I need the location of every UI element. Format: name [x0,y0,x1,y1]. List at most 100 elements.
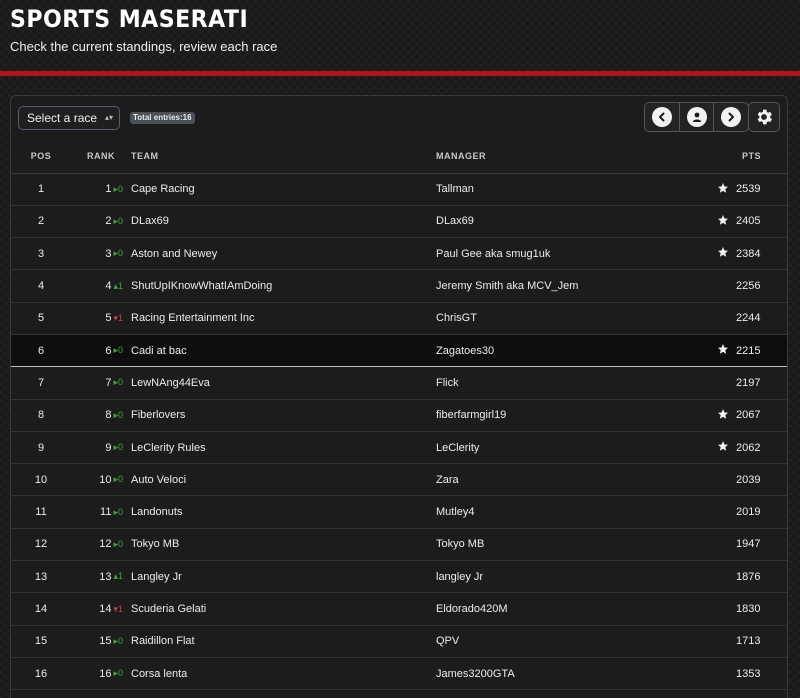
favorite-cell [709,528,736,562]
table-row[interactable]: 15 15 ▸0 Raidillon Flat QPV 1713 [11,625,787,658]
team-cell: Corsa lenta [131,657,436,691]
previous-button[interactable] [645,103,679,131]
team-name-link[interactable]: Tokyo MB [131,538,179,550]
team-name-link[interactable]: Scuderia Gelati [131,603,206,615]
rank-cell: 6 ▸0 [71,333,131,368]
rank-change-indicator: ▸0 [113,377,123,388]
column-header-pos[interactable]: POS [11,140,71,174]
rank-cell: 5 ▾1 [71,302,131,335]
pts-cell: 1713 [736,625,787,658]
team-name-link[interactable]: Langley Jr [131,571,182,583]
race-select[interactable]: Select a race ▴▾ [18,106,120,130]
favorite-cell [709,592,736,626]
page-title: SPORTS MASERATI [10,5,249,33]
team-name-link[interactable]: LewNAng44Eva [131,377,210,389]
pts-cell: 1830 [736,592,787,626]
team-name-link[interactable]: Cadi at bac [131,345,187,357]
team-name-link[interactable]: Racing Entertainment Inc [131,312,255,324]
table-row[interactable]: 6 6 ▸0 Cadi at bac Zagatoes30 2215 [11,333,787,368]
page-subtitle: Check the current standings, review each… [10,39,278,54]
table-row[interactable]: 1 1 ▸0 Cape Racing Tallman 2539 [11,173,787,206]
table-row[interactable]: 2 2 ▸0 DLax69 DLax69 2405 [11,205,787,239]
race-select-value: Select a race [27,111,98,125]
table-row[interactable]: 5 5 ▾1 Racing Entertainment Inc ChrisGT 2244 [11,302,787,335]
column-header-rank[interactable]: RANK [71,140,131,174]
rank-change-indicator: ▸0 [113,474,123,485]
pts-cell: 2384 [736,237,787,271]
column-header-manager[interactable]: MANAGER [436,140,709,174]
team-name-link[interactable]: LeClerity Rules [131,442,206,454]
rank-cell: 16 ▸0 [71,657,131,691]
rank-value: 3 [105,247,112,260]
team-cell: DLax69 [131,205,436,239]
favorite-cell [709,463,736,497]
rank-value: 4 [105,280,112,293]
team-name-link[interactable]: Fiberlovers [131,409,185,421]
team-name-link[interactable]: ShutUpIKnowWhatIAmDoing [131,280,272,292]
team-name-link[interactable]: Raidillon Flat [131,635,195,647]
table-row[interactable]: 16 16 ▸0 Corsa lenta James3200GTA 1353 [11,657,787,691]
table-row[interactable]: 14 14 ▾1 Scuderia Gelati Eldorado420M 1830 [11,592,787,626]
next-button[interactable] [713,103,748,131]
rank-change-indicator: ▸0 [113,248,123,259]
pts-cell: 2197 [736,366,787,400]
column-header-team[interactable]: TEAM [131,140,436,174]
star-icon [717,182,728,193]
pos-cell: 8 [11,399,71,432]
settings-button[interactable] [748,102,780,132]
column-header-pts[interactable]: PTS [736,140,787,174]
rank-value: 1 [105,183,112,196]
team-name-link[interactable]: Auto Veloci [131,474,186,486]
favorite-cell [709,657,736,691]
team-cell: Landonuts [131,495,436,529]
rank-cell: 1 ▸0 [71,173,131,206]
manager-cell: Mutley4 [436,495,709,529]
pos-cell: 6 [11,333,71,368]
navigation-button-group [644,102,749,132]
table-row[interactable]: 8 8 ▸0 Fiberlovers fiberfarmgirl19 2067 [11,399,787,432]
manager-cell: LeClerity [436,431,709,465]
team-name-link[interactable]: Cape Racing [131,183,195,195]
favorite-cell [709,399,736,432]
team-name-link[interactable]: DLax69 [131,215,169,227]
rank-cell: 12 ▸0 [71,528,131,562]
team-name-link[interactable]: Corsa lenta [131,668,187,680]
rank-change-indicator: ▸0 [113,215,123,226]
table-row[interactable]: 10 10 ▸0 Auto Veloci Zara 2039 [11,463,787,497]
pos-cell: 5 [11,302,71,335]
gear-icon [757,109,772,125]
rank-change-indicator: ▴1 [113,280,123,291]
table-row[interactable]: 11 11 ▸0 Landonuts Mutley4 2019 [11,495,787,529]
team-cell: Cadi at bac [131,333,436,368]
column-header-favorite [709,140,736,174]
manager-cell: James3200GTA [436,657,709,691]
table-row[interactable]: 4 4 ▴1 ShutUpIKnowWhatIAmDoing Jeremy Smith … [11,269,787,303]
pos-cell: 13 [11,560,71,594]
rank-value: 8 [105,409,112,422]
team-cell: LewNAng44Eva [131,366,436,400]
team-name-link[interactable]: Landonuts [131,506,182,518]
table-row[interactable]: 13 13 ▴1 Langley Jr langley Jr 1876 [11,560,787,594]
rank-cell: 11 ▸0 [71,495,131,529]
team-cell: LeClerity Rules [131,431,436,465]
table-row[interactable]: 3 3 ▸0 Aston and Newey Paul Gee aka smug1uk 2… [11,237,787,271]
pos-cell: 3 [11,237,71,271]
rank-value: 5 [105,312,112,325]
star-icon [717,344,728,354]
table-row[interactable]: 7 7 ▸0 LewNAng44Eva Flick 2197 [11,366,787,400]
table-header-row: POS RANK TEAM MANAGER PTS [11,140,787,174]
rank-value: 12 [99,538,112,551]
table-row[interactable]: 12 12 ▸0 Tokyo MB Tokyo MB 1947 [11,528,787,562]
rank-change-indicator: ▸0 [113,668,123,679]
favorite-cell [709,560,736,594]
profile-button[interactable] [678,103,714,131]
header-divider [0,71,800,76]
manager-cell: Flick [436,366,709,400]
team-name-link[interactable]: Aston and Newey [131,248,217,260]
manager-cell: ChrisGT [436,302,709,335]
table-row[interactable]: 9 9 ▸0 LeClerity Rules LeClerity 2062 [11,431,787,465]
rank-change-indicator: ▸0 [113,409,123,420]
favorite-cell [709,205,736,239]
manager-cell: fiberfarmgirl19 [436,399,709,432]
page-header: SPORTS MASERATI Check the current standi… [0,0,800,76]
